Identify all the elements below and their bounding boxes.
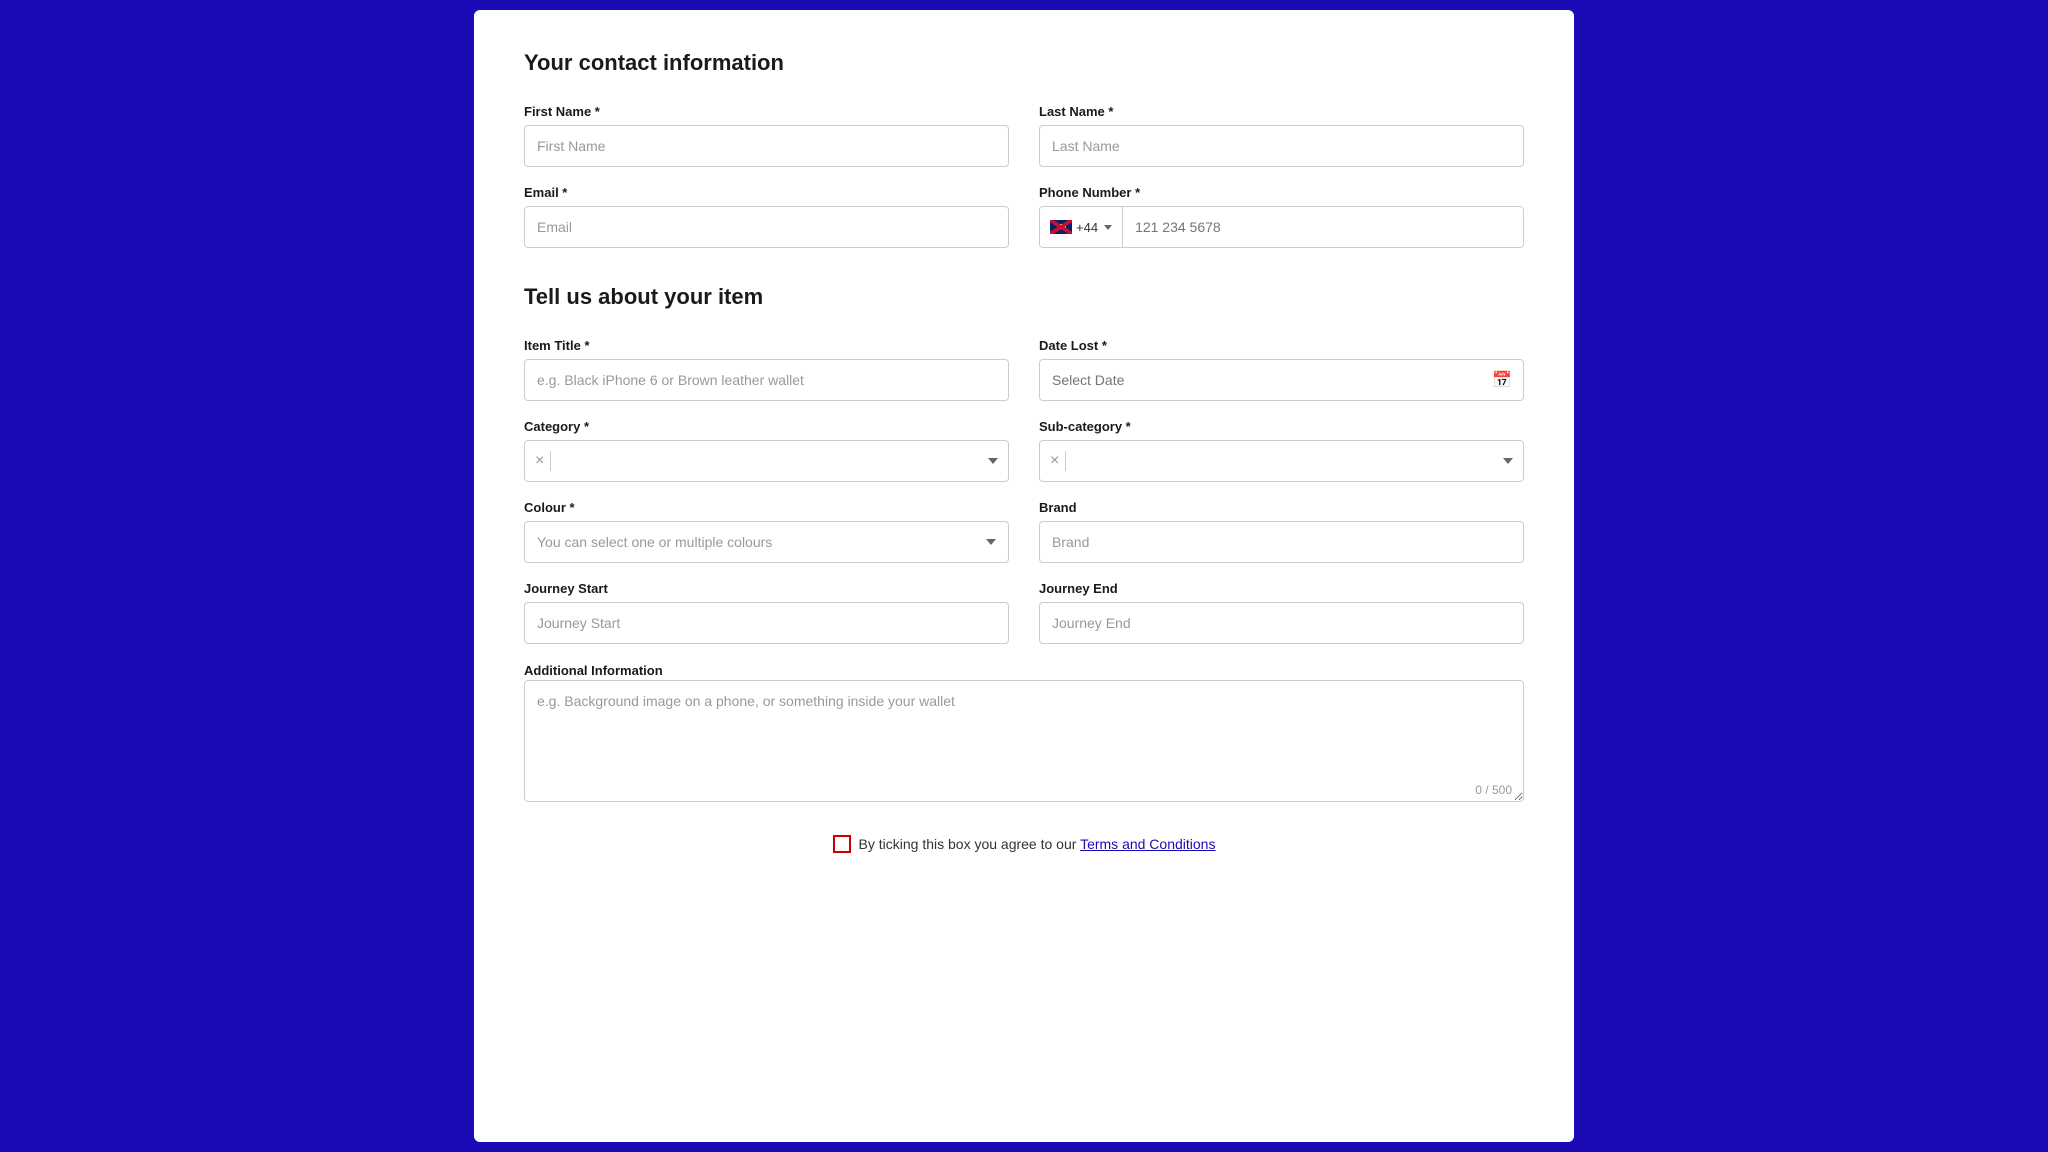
item-title-label: Item Title *: [524, 338, 1009, 353]
item-section: Tell us about your item Item Title * Dat…: [524, 284, 1524, 853]
subcategory-select[interactable]: ×: [1039, 440, 1524, 482]
subcategory-chevron-icon: [1503, 458, 1513, 464]
item-title-input[interactable]: [524, 359, 1009, 401]
category-label: Category *: [524, 419, 1009, 434]
journey-end-input[interactable]: [1039, 602, 1524, 644]
colour-select[interactable]: You can select one or multiple colours: [524, 521, 1009, 563]
first-name-group: First Name *: [524, 104, 1009, 167]
country-code: +44: [1076, 220, 1098, 235]
brand-input[interactable]: [1039, 521, 1524, 563]
phone-group: Phone Number * +44: [1039, 185, 1524, 248]
terms-row: By ticking this box you agree to our Ter…: [524, 835, 1524, 853]
contact-section-title: Your contact information: [524, 50, 1524, 76]
date-lost-group: Date Lost * 📅: [1039, 338, 1524, 401]
terms-checkbox[interactable]: [833, 835, 851, 853]
email-label: Email *: [524, 185, 1009, 200]
subcategory-label: Sub-category *: [1039, 419, 1524, 434]
title-date-row: Item Title * Date Lost * 📅: [524, 338, 1524, 401]
additional-info-wrapper: 0 / 500: [524, 680, 1524, 807]
phone-wrapper: +44: [1039, 206, 1524, 248]
journey-start-input[interactable]: [524, 602, 1009, 644]
phone-label: Phone Number *: [1039, 185, 1524, 200]
contact-section: Your contact information First Name * La…: [524, 50, 1524, 248]
subcategory-separator: [1065, 451, 1066, 471]
category-group: Category * ×: [524, 419, 1009, 482]
brand-label: Brand: [1039, 500, 1524, 515]
email-input[interactable]: [524, 206, 1009, 248]
colour-chevron-icon: [986, 539, 996, 545]
char-count: 0 / 500: [1475, 783, 1512, 797]
journey-end-group: Journey End: [1039, 581, 1524, 644]
item-section-title: Tell us about your item: [524, 284, 1524, 310]
phone-number-input[interactable]: [1123, 207, 1523, 247]
date-wrapper: 📅: [1039, 359, 1524, 401]
brand-group: Brand: [1039, 500, 1524, 563]
last-name-label: Last Name *: [1039, 104, 1524, 119]
journey-start-group: Journey Start: [524, 581, 1009, 644]
category-clear-icon[interactable]: ×: [535, 452, 544, 470]
journey-start-label: Journey Start: [524, 581, 1009, 596]
form-container: Your contact information First Name * La…: [474, 10, 1574, 1142]
subcategory-clear-icon[interactable]: ×: [1050, 452, 1059, 470]
date-lost-label: Date Lost *: [1039, 338, 1524, 353]
email-group: Email *: [524, 185, 1009, 248]
subcategory-group: Sub-category * ×: [1039, 419, 1524, 482]
additional-info-label: Additional Information: [524, 663, 663, 678]
date-lost-input[interactable]: [1039, 359, 1524, 401]
colour-label: Colour *: [524, 500, 1009, 515]
item-title-group: Item Title *: [524, 338, 1009, 401]
terms-text-static: By ticking this box you agree to our: [859, 836, 1081, 852]
first-name-input[interactable]: [524, 125, 1009, 167]
journey-end-label: Journey End: [1039, 581, 1524, 596]
category-separator: [550, 451, 551, 471]
email-phone-row: Email * Phone Number * +44: [524, 185, 1524, 248]
additional-info-textarea[interactable]: [524, 680, 1524, 802]
country-chevron-icon: [1104, 225, 1112, 230]
category-select[interactable]: ×: [524, 440, 1009, 482]
last-name-input[interactable]: [1039, 125, 1524, 167]
journey-row: Journey Start Journey End: [524, 581, 1524, 644]
category-row: Category * × Sub-category * ×: [524, 419, 1524, 482]
page-wrapper: Your contact information First Name * La…: [0, 0, 2048, 1152]
category-chevron-icon: [988, 458, 998, 464]
phone-country-selector[interactable]: +44: [1040, 207, 1123, 247]
colour-brand-row: Colour * You can select one or multiple …: [524, 500, 1524, 563]
calendar-icon[interactable]: 📅: [1492, 370, 1512, 390]
last-name-group: Last Name *: [1039, 104, 1524, 167]
terms-text: By ticking this box you agree to our Ter…: [859, 836, 1216, 852]
colour-placeholder: You can select one or multiple colours: [537, 534, 986, 550]
colour-group: Colour * You can select one or multiple …: [524, 500, 1009, 563]
uk-flag-icon: [1050, 220, 1072, 234]
additional-info-section: Additional Information 0 / 500: [524, 662, 1524, 807]
first-name-label: First Name *: [524, 104, 1009, 119]
terms-link[interactable]: Terms and Conditions: [1080, 836, 1215, 852]
name-row: First Name * Last Name *: [524, 104, 1524, 167]
